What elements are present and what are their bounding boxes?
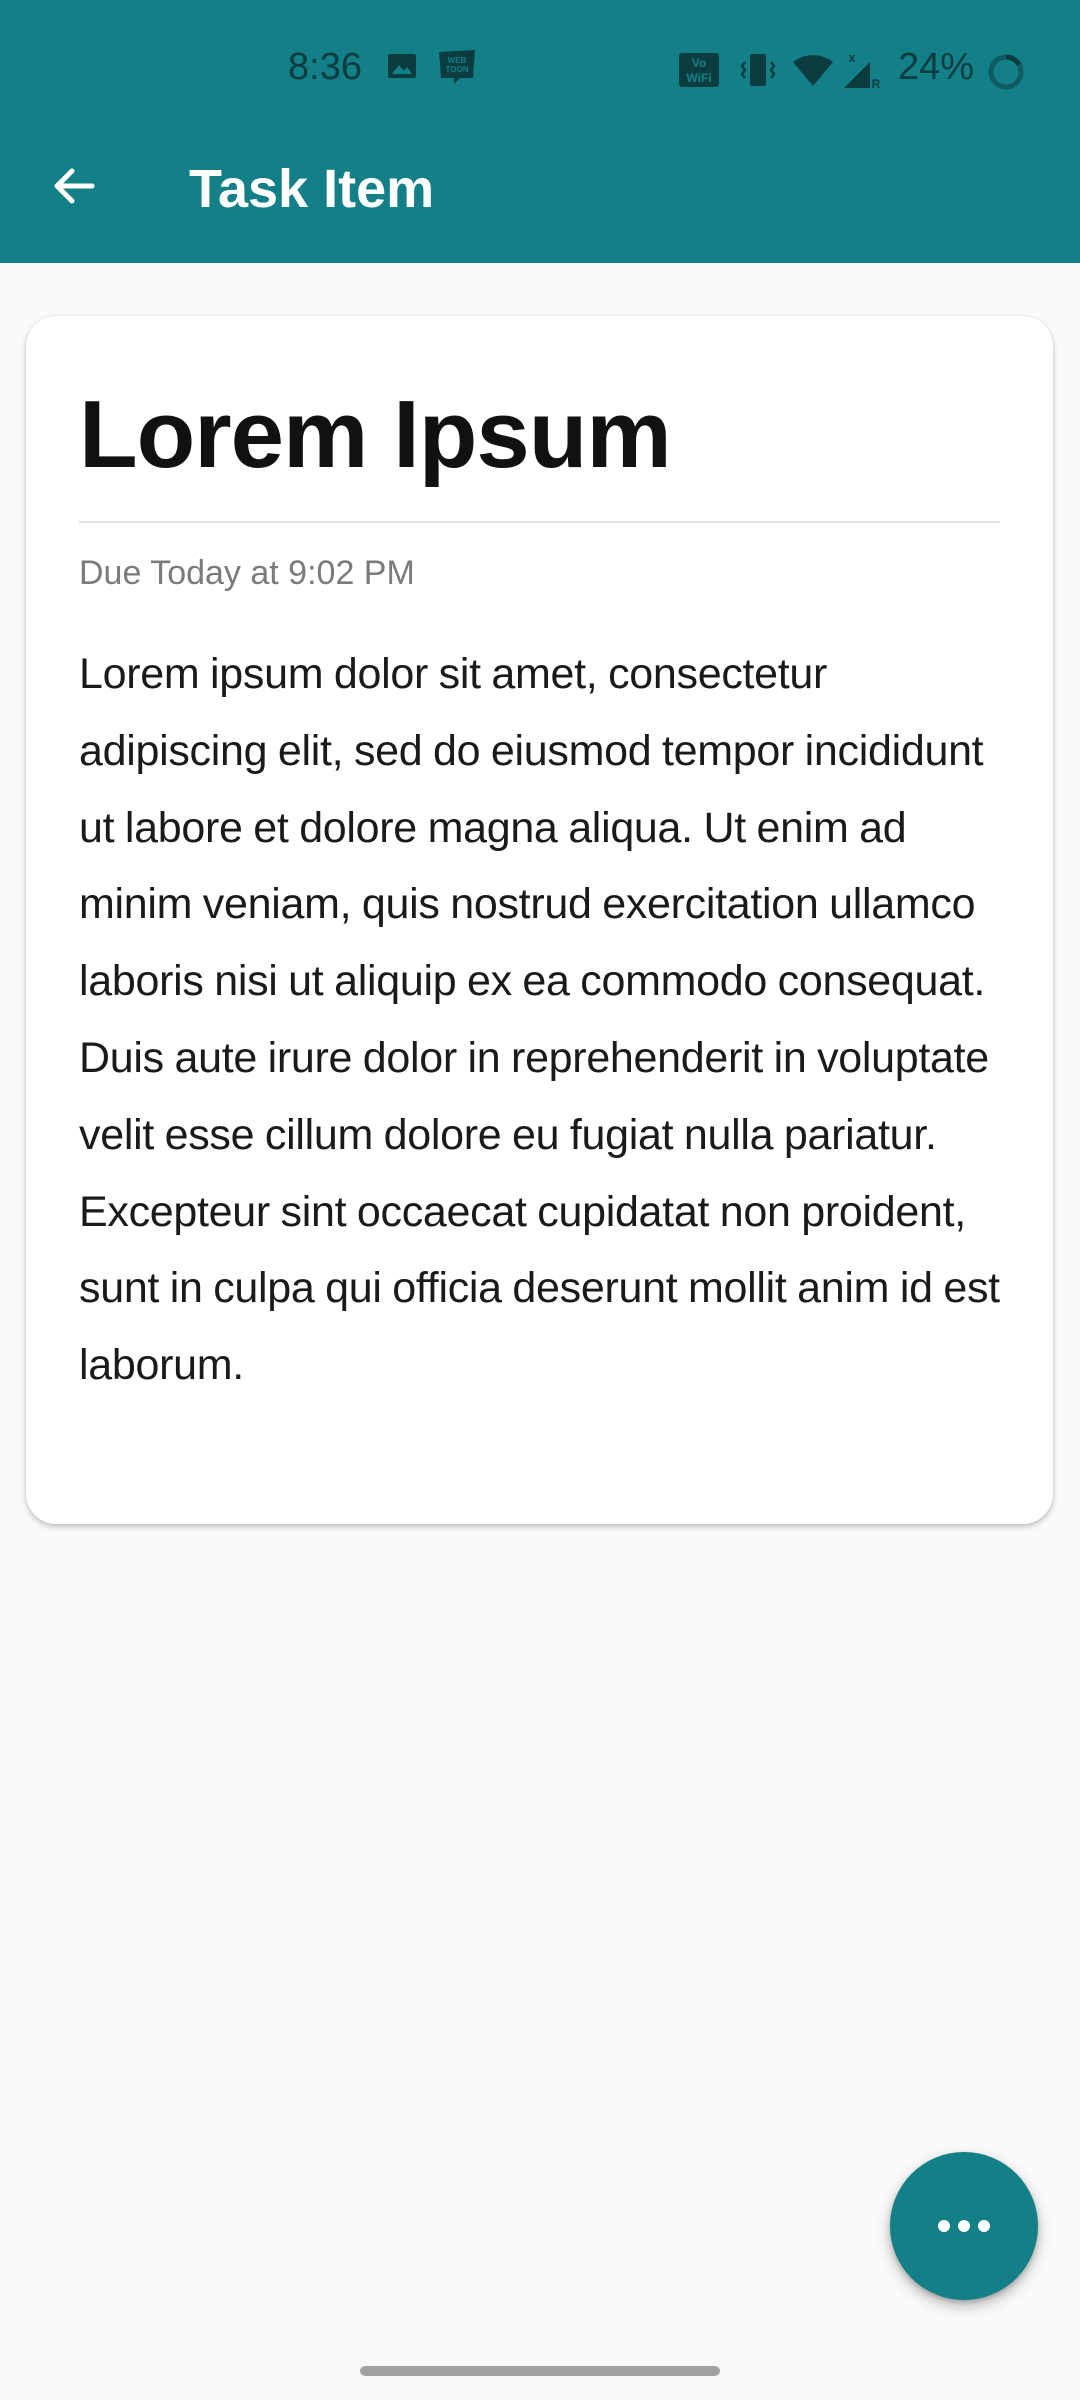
arrow-back-icon xyxy=(54,168,95,204)
wifi-icon xyxy=(793,55,833,86)
task-title: Lorem Ipsum xyxy=(79,381,672,488)
task-description: Lorem ipsum dolor sit amet, consectetur … xyxy=(79,650,1000,1390)
no-signal-icon: x R xyxy=(844,50,881,90)
svg-text:Vo: Vo xyxy=(692,56,706,70)
app-bar: 8:36 WEB TOON Vo WiFi x R 24% Task Item xyxy=(0,0,1080,263)
battery-percent: 24% xyxy=(898,46,975,88)
svg-text:WiFi: WiFi xyxy=(686,71,711,85)
task-card: Lorem Ipsum Due Today at 9:02 PM Lorem i… xyxy=(26,316,1053,1524)
more-horizontal-icon xyxy=(938,2220,990,2232)
battery-ring-icon xyxy=(988,54,1024,90)
svg-text:x: x xyxy=(848,50,856,65)
status-time: 8:36 xyxy=(288,46,362,88)
image-notification-icon xyxy=(388,54,416,78)
divider xyxy=(79,521,1000,523)
page-title: Task Item xyxy=(189,159,435,219)
task-due-date: Due Today at 9:02 PM xyxy=(79,554,415,592)
more-options-button[interactable] xyxy=(890,2152,1038,2300)
svg-text:R: R xyxy=(872,77,881,90)
webtoon-notification-icon: WEB TOON xyxy=(439,50,475,84)
status-bar: 8:36 WEB TOON Vo WiFi x R 24% xyxy=(0,0,1080,140)
vowifi-icon: Vo WiFi xyxy=(679,53,719,87)
back-button[interactable] xyxy=(38,150,110,222)
home-indicator[interactable] xyxy=(360,2366,720,2376)
vibrate-icon xyxy=(740,54,776,86)
svg-text:TOON: TOON xyxy=(446,65,469,74)
svg-text:WEB: WEB xyxy=(448,56,467,65)
